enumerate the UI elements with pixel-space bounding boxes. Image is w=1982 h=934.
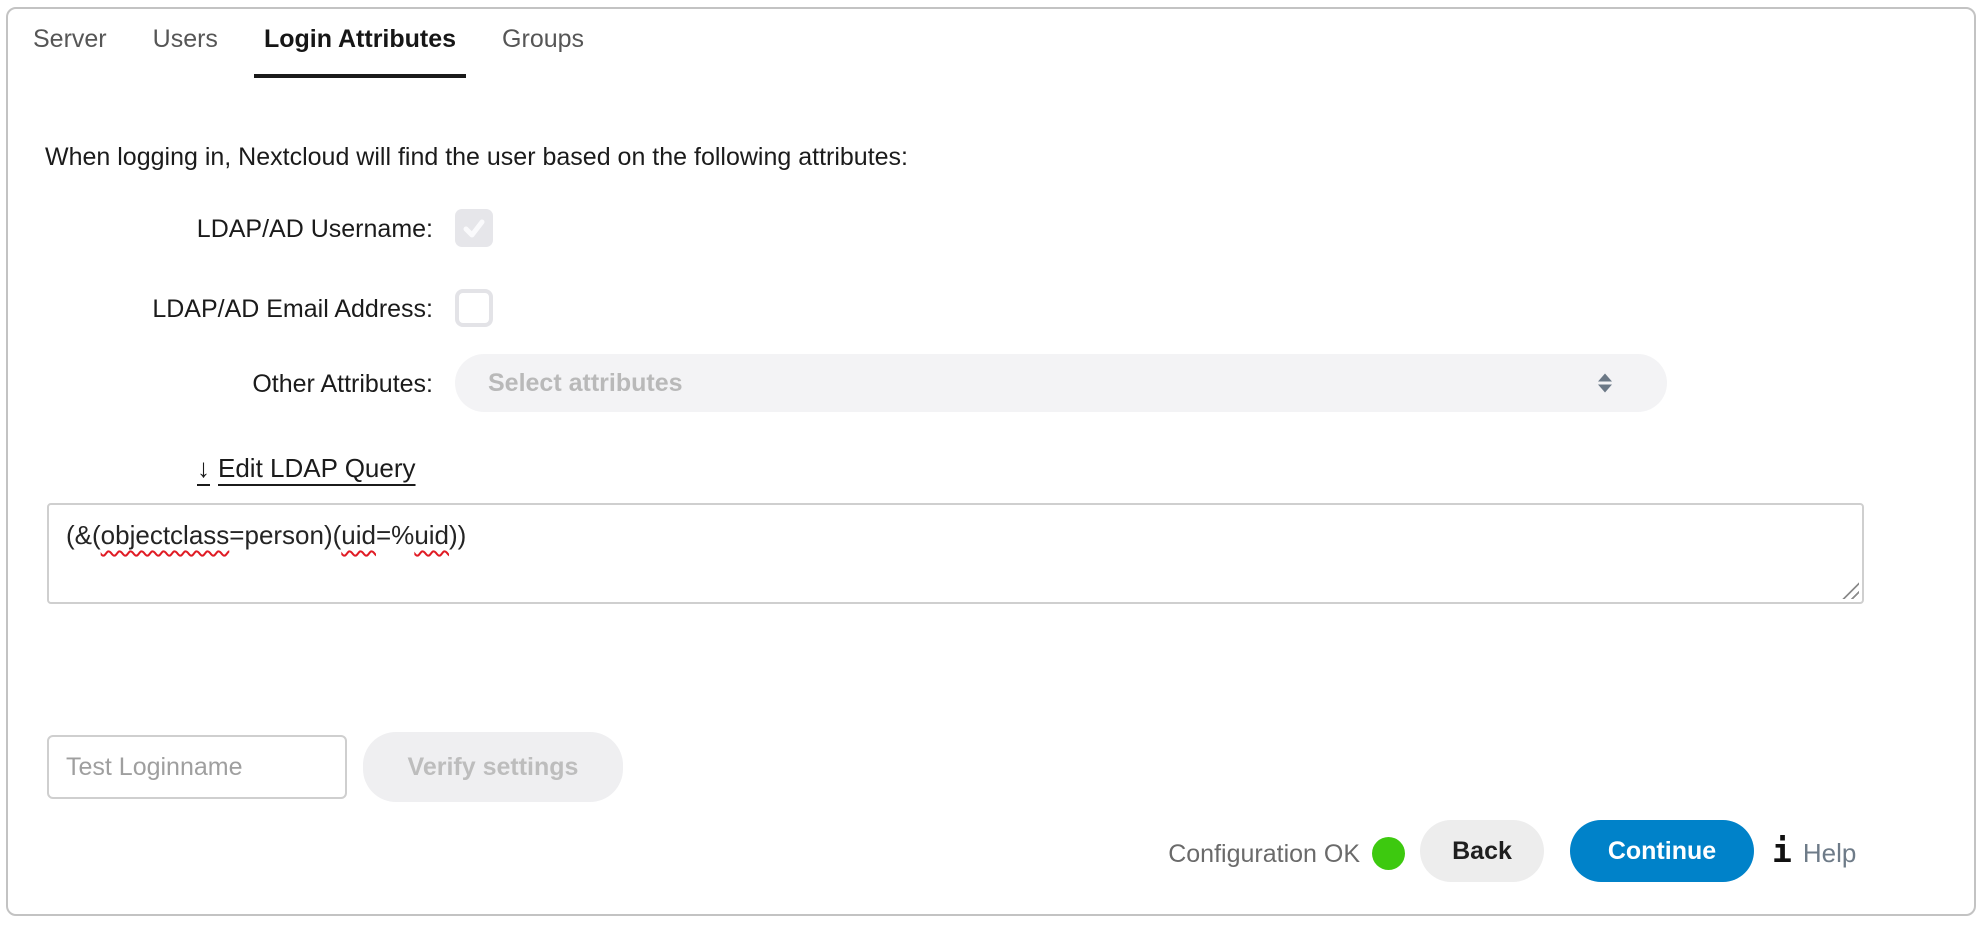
checkmark-icon — [461, 215, 487, 241]
down-arrow-icon: ↓ — [197, 453, 210, 483]
ldap-query-textbox[interactable]: (&(objectclass=person)(uid=%uid)) — [47, 503, 1864, 604]
help-label: Help — [1803, 838, 1856, 869]
configuration-status-text: Configuration OK — [1040, 840, 1360, 869]
tab-groups[interactable]: Groups — [492, 0, 594, 78]
edit-ldap-query-link[interactable]: ↓ Edit LDAP Query — [197, 453, 416, 484]
info-icon: i — [1772, 834, 1792, 867]
username-label: LDAP/AD Username: — [33, 215, 433, 244]
sort-arrows-icon — [1598, 374, 1612, 393]
help-link[interactable]: i Help — [1772, 834, 1856, 869]
status-ok-dot-icon — [1372, 837, 1405, 870]
tab-bar: Server Users Login Attributes Groups — [23, 0, 594, 78]
edit-ldap-query-label: Edit LDAP Query — [218, 453, 416, 483]
attributes-select[interactable]: Select attributes — [455, 354, 1667, 412]
ldap-query-value: (&(objectclass=person)(uid=%uid)) — [66, 520, 466, 550]
email-checkbox[interactable] — [455, 289, 493, 327]
attributes-select-placeholder: Select attributes — [488, 369, 683, 398]
email-label: LDAP/AD Email Address: — [33, 295, 433, 324]
resize-handle-icon[interactable] — [1838, 578, 1859, 599]
tab-server[interactable]: Server — [23, 0, 117, 78]
test-loginname-input[interactable] — [47, 735, 347, 799]
username-checkbox — [455, 209, 493, 247]
back-button[interactable]: Back — [1420, 820, 1544, 882]
other-attributes-label: Other Attributes: — [33, 370, 433, 399]
verify-settings-button: Verify settings — [363, 732, 623, 802]
continue-button[interactable]: Continue — [1570, 820, 1754, 882]
intro-text: When logging in, Nextcloud will find the… — [45, 143, 908, 172]
ldap-wizard: Server Users Login Attributes Groups Whe… — [0, 0, 1982, 934]
tab-login-attributes[interactable]: Login Attributes — [254, 0, 466, 78]
tab-users[interactable]: Users — [143, 0, 228, 78]
